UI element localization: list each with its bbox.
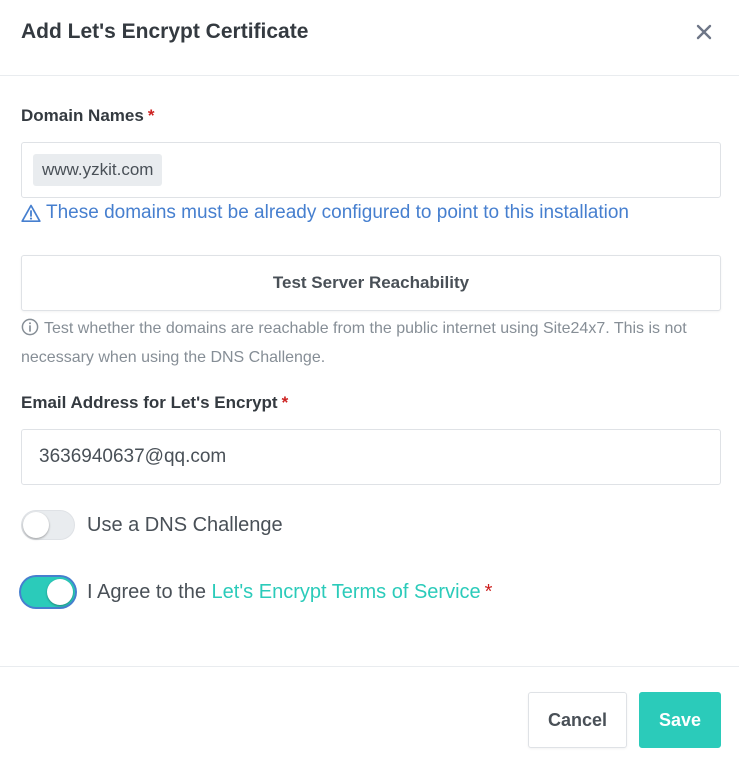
modal-footer: Cancel Save <box>0 666 739 758</box>
cancel-button[interactable]: Cancel <box>528 692 627 748</box>
close-icon <box>696 24 712 40</box>
dns-challenge-toggle-row[interactable]: Use a DNS Challenge <box>21 510 283 540</box>
dns-challenge-label: Use a DNS Challenge <box>87 513 283 536</box>
save-button[interactable]: Save <box>639 692 721 748</box>
modal-title: Add Let's Encrypt Certificate <box>21 20 309 43</box>
required-mark: * <box>484 580 493 603</box>
close-button[interactable] <box>690 18 718 46</box>
domain-names-input[interactable]: www.yzkit.com <box>21 142 721 198</box>
agree-terms-prefix: I Agree to the <box>87 580 206 603</box>
domain-tag[interactable]: www.yzkit.com <box>33 154 163 186</box>
email-label: Email Address for Let's Encrypt * <box>21 393 288 413</box>
domain-warning-text: These domains must be already configured… <box>46 202 629 223</box>
domain-names-label: Domain Names * <box>21 106 154 126</box>
required-mark: * <box>281 393 289 412</box>
add-certificate-modal: Add Let's Encrypt Certificate Domain Nam… <box>0 0 739 758</box>
reachability-help-text: Test whether the domains are reachable f… <box>21 320 687 366</box>
agree-terms-switch[interactable] <box>21 577 75 607</box>
domain-names-label-text: Domain Names <box>21 106 144 125</box>
required-mark: * <box>147 106 155 125</box>
test-server-reachability-button[interactable]: Test Server Reachability <box>21 255 721 311</box>
info-circle-icon <box>21 318 39 336</box>
reachability-help: Test whether the domains are reachable f… <box>21 314 726 372</box>
warning-triangle-icon <box>21 204 41 222</box>
agree-terms-label: I Agree to the Let's Encrypt Terms of Se… <box>87 581 492 604</box>
email-label-text: Email Address for Let's Encrypt <box>21 393 278 412</box>
switch-knob <box>47 579 73 605</box>
domain-warning: These domains must be already configured… <box>21 202 629 224</box>
email-input[interactable] <box>21 429 721 485</box>
modal-header: Add Let's Encrypt Certificate <box>0 0 739 76</box>
agree-terms-toggle-row[interactable]: I Agree to the Let's Encrypt Terms of Se… <box>21 577 492 607</box>
terms-of-service-link[interactable]: Let's Encrypt Terms of Service <box>212 581 481 603</box>
switch-knob <box>23 512 49 538</box>
dns-challenge-switch[interactable] <box>21 510 75 540</box>
